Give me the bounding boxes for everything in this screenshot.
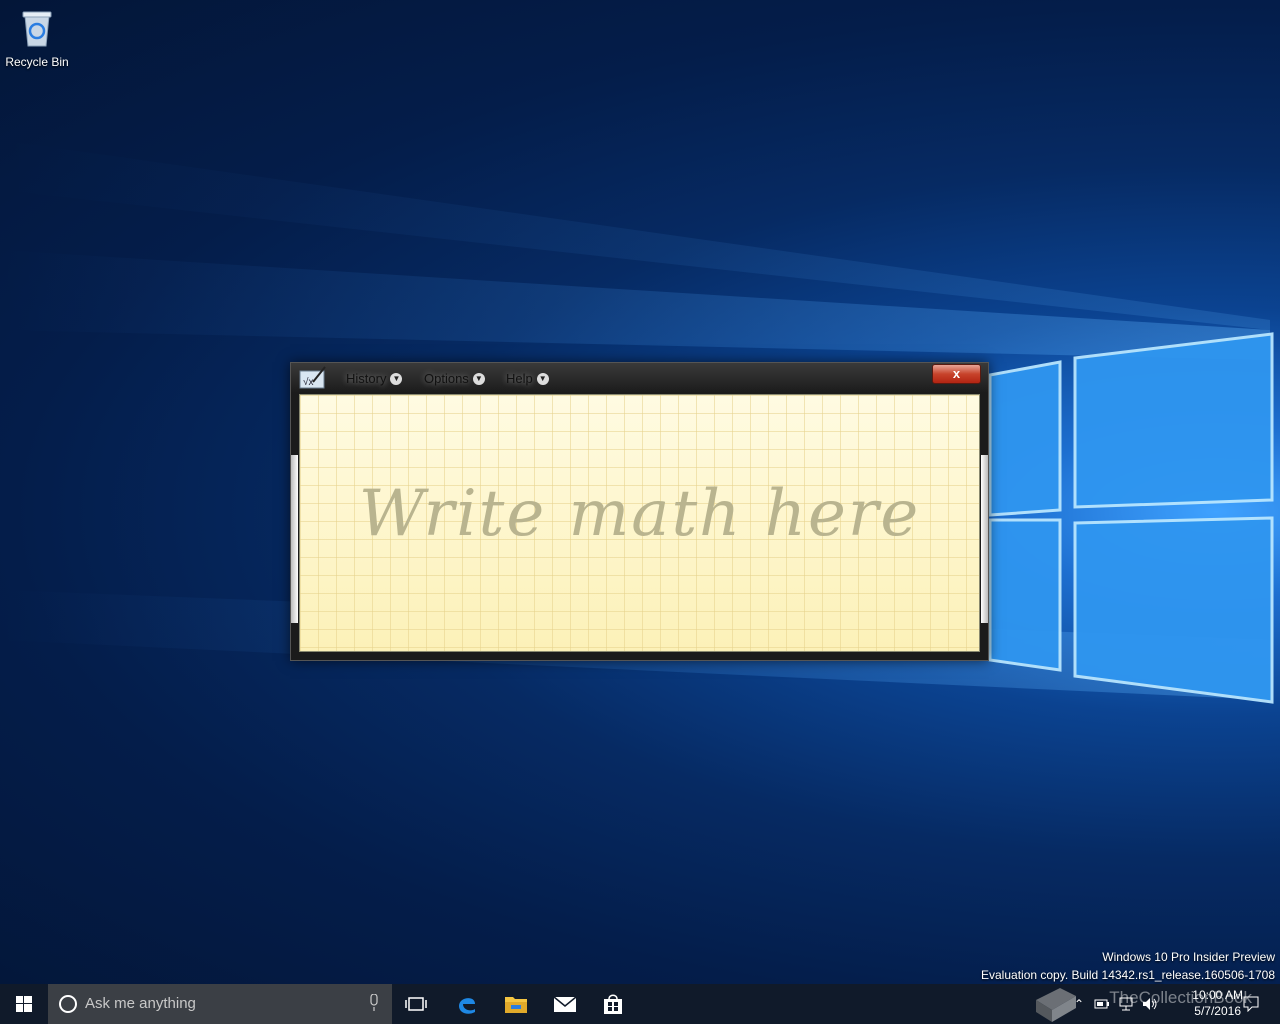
recycle-bin-icon <box>22 11 52 47</box>
chevron-down-icon: ▼ <box>536 372 549 385</box>
windows-logo-icon <box>16 996 32 1012</box>
menu-history-label: History <box>346 371 387 386</box>
writing-pad[interactable]: Write math here <box>299 394 980 652</box>
action-center-button[interactable] <box>1240 984 1262 1024</box>
file-explorer-taskbar-button[interactable] <box>492 984 540 1024</box>
window-edge-left <box>291 455 298 623</box>
mail-icon <box>553 996 577 1012</box>
battery-icon <box>1094 999 1109 1009</box>
writing-pad-placeholder: Write math here <box>358 477 921 551</box>
store-icon <box>604 994 622 1014</box>
window-edge-right <box>981 455 988 623</box>
desktop-icon-recycle-bin[interactable]: Recycle Bin <box>4 8 70 69</box>
task-view-icon <box>405 997 427 1011</box>
search-placeholder: Ask me anything <box>85 995 196 1012</box>
task-view-button[interactable] <box>392 984 440 1024</box>
clock-time: 10:00 AM <box>1192 988 1243 1002</box>
close-icon: x <box>952 366 961 381</box>
volume-tray-button[interactable] <box>1140 984 1160 1024</box>
taskbar-clock[interactable]: 10:00 AM 5/7/2016 <box>1192 987 1243 1019</box>
network-icon <box>1119 997 1133 1011</box>
chevron-up-icon: ⌃ <box>1073 997 1085 1011</box>
build-watermark-line2: Evaluation copy. Build 14342.rs1_release… <box>981 968 1275 982</box>
chevron-down-icon: ▼ <box>390 372 403 385</box>
chevron-down-icon: ▼ <box>472 372 485 385</box>
cortana-search-box[interactable]: Ask me anything <box>48 984 392 1024</box>
network-tray-button[interactable] <box>1116 984 1136 1024</box>
math-input-panel-icon[interactable]: √x <box>299 366 327 390</box>
microphone-icon[interactable] <box>370 994 378 1012</box>
build-watermark-line1: Windows 10 Pro Insider Preview <box>1102 950 1275 964</box>
title-bar[interactable]: √x History ▼ Options ▼ Help ▼ x <box>291 363 988 393</box>
math-input-panel-window: √x History ▼ Options ▼ Help ▼ x Write ma… <box>290 362 989 661</box>
volume-icon <box>1143 998 1157 1010</box>
close-button[interactable]: x <box>932 364 981 384</box>
action-center-icon <box>1243 996 1259 1012</box>
edge-icon <box>459 998 475 1014</box>
file-explorer-icon <box>505 997 527 1013</box>
cortana-icon <box>59 995 77 1013</box>
menu-help[interactable]: Help ▼ <box>506 371 549 386</box>
battery-tray-button[interactable] <box>1092 984 1112 1024</box>
show-hidden-icons-button[interactable]: ⌃ <box>1070 984 1088 1024</box>
start-button[interactable] <box>0 984 48 1024</box>
edge-taskbar-button[interactable] <box>443 984 491 1024</box>
desktop-icon-label: Recycle Bin <box>5 55 69 69</box>
mail-taskbar-button[interactable] <box>541 984 589 1024</box>
menu-history[interactable]: History ▼ <box>346 371 403 386</box>
menu-options[interactable]: Options ▼ <box>424 371 485 386</box>
menu-help-label: Help <box>506 371 533 386</box>
taskbar: Ask me anything TheCollectionBook ⌃ 10:0… <box>0 984 1280 1024</box>
menu-options-label: Options <box>424 371 469 386</box>
store-taskbar-button[interactable] <box>589 984 637 1024</box>
svg-text:√x: √x <box>303 376 314 388</box>
clock-date: 5/7/2016 <box>1194 1004 1241 1018</box>
